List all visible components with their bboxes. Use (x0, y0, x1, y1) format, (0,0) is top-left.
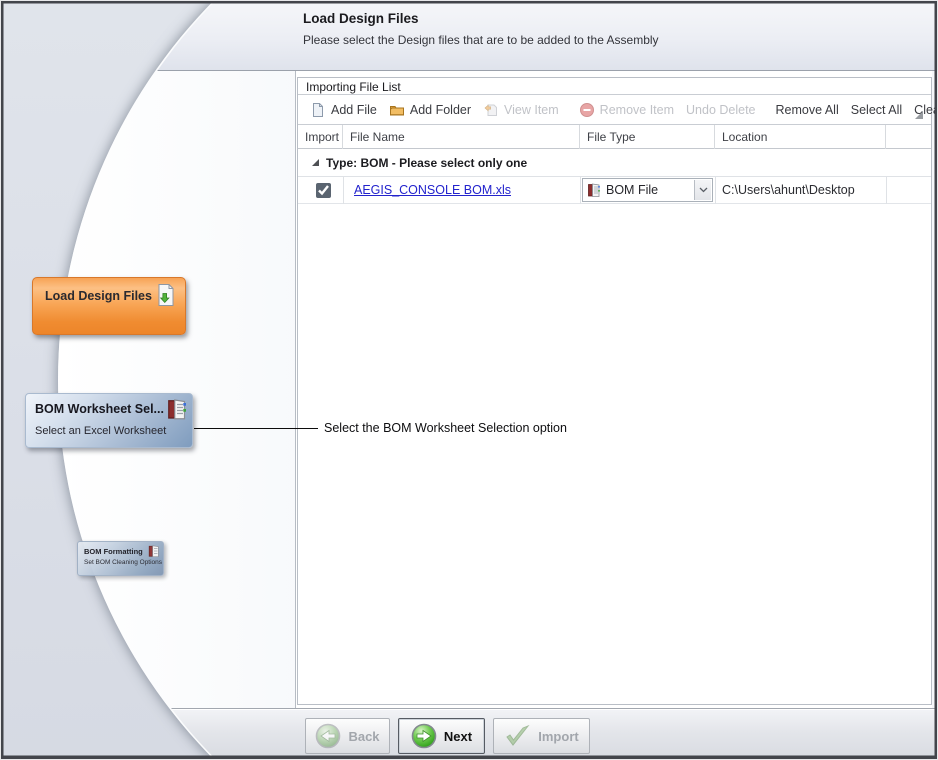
listbox-title: Importing File List (306, 80, 401, 94)
annotation-text: Select the BOM Worksheet Selection optio… (324, 421, 567, 435)
location-value: C:\Users\ahunt\Desktop (722, 183, 855, 197)
header-band: Load Design Files Please select the Desi… (0, 0, 938, 71)
step-subtitle: Set BOM Cleaning Options (84, 559, 162, 566)
back-button-label: Back (348, 729, 379, 744)
file-green-arrow-icon (155, 283, 177, 309)
remove-all-button[interactable]: Remove All (770, 100, 845, 120)
wizard-window: Load Design Files Please select the Desi… (0, 0, 938, 760)
select-all-label: Select All (851, 103, 902, 117)
file-type-value: BOM File (606, 183, 658, 197)
view-item-button[interactable]: View Item (477, 99, 565, 121)
add-folder-label: Add Folder (410, 103, 471, 117)
cell-divider (343, 177, 344, 204)
group-row-bom: Type: BOM - Please select only one (298, 149, 931, 177)
column-header-import[interactable]: Import (298, 125, 343, 149)
remove-item-button[interactable]: Remove Item (573, 99, 680, 121)
step-bom-worksheet-selection[interactable]: BOM Worksheet Sel... Select an Excel Wor… (25, 393, 193, 448)
column-header-location[interactable]: Location (715, 125, 886, 149)
importing-file-list-box: Importing File List Add File Add Folder … (297, 77, 932, 705)
page-title: Load Design Files (303, 11, 419, 26)
cell-divider (886, 177, 887, 204)
grid-header-row: Import File Name File Type Location (298, 125, 931, 149)
add-file-button[interactable]: Add File (304, 99, 383, 121)
page-subtitle: Please select the Design files that are … (303, 33, 659, 47)
add-file-label: Add File (331, 103, 377, 117)
combobox-dropdown-button[interactable] (694, 180, 711, 200)
step-title: BOM Formatting (84, 547, 143, 556)
import-check-icon (504, 724, 531, 748)
group-label: Type: BOM - Please select only one (326, 156, 527, 170)
toolbar-resize-grip-icon[interactable] (915, 111, 923, 119)
add-folder-icon (389, 102, 405, 118)
add-folder-button[interactable]: Add Folder (383, 99, 477, 121)
remove-item-label: Remove Item (600, 103, 674, 117)
undo-delete-button[interactable]: Undo Delete (680, 100, 762, 120)
column-header-file-type[interactable]: File Type (580, 125, 715, 149)
cell-divider (715, 177, 716, 204)
step-title: BOM Worksheet Sel... (35, 402, 164, 416)
clear-all-button[interactable]: Clear All (908, 100, 938, 120)
back-button[interactable]: Back (305, 718, 390, 754)
main-content-panel: Importing File List Add File Add Folder … (295, 71, 932, 708)
step-bom-formatting[interactable]: BOM Formatting Set BOM Cleaning Options (77, 541, 164, 576)
chevron-down-icon (699, 187, 708, 193)
next-button[interactable]: Next (398, 718, 485, 754)
file-list-toolbar: Add File Add Folder View Item Remove Ite… (298, 95, 931, 125)
file-type-combobox[interactable]: BOM File (582, 178, 713, 202)
select-all-button[interactable]: Select All (845, 100, 908, 120)
group-expander-icon[interactable] (312, 159, 319, 166)
step-title: Load Design Files (45, 289, 152, 303)
step-load-design-files[interactable]: Load Design Files (32, 277, 186, 335)
import-button[interactable]: Import (493, 718, 590, 754)
red-book-icon (147, 544, 161, 558)
remove-all-label: Remove All (776, 103, 839, 117)
next-button-label: Next (444, 729, 472, 744)
import-checkbox[interactable] (316, 183, 331, 198)
table-row[interactable]: AEGIS_CONSOLE BOM.xls BOM File C:\Users\… (298, 177, 931, 204)
view-item-icon (483, 102, 499, 118)
undo-delete-label: Undo Delete (686, 103, 756, 117)
cell-divider (580, 177, 581, 204)
red-book-icon (586, 182, 602, 198)
annotation-connector-line (194, 428, 318, 429)
red-book-icon (165, 397, 189, 421)
import-button-label: Import (538, 729, 578, 744)
remove-item-icon (579, 102, 595, 118)
view-item-label: View Item (504, 103, 559, 117)
add-file-icon (310, 102, 326, 118)
file-name-link[interactable]: AEGIS_CONSOLE BOM.xls (354, 183, 511, 197)
back-arrow-icon (315, 723, 341, 749)
step-subtitle: Select an Excel Worksheet (35, 425, 166, 437)
column-header-file-name[interactable]: File Name (343, 125, 580, 149)
next-arrow-icon (411, 723, 437, 749)
